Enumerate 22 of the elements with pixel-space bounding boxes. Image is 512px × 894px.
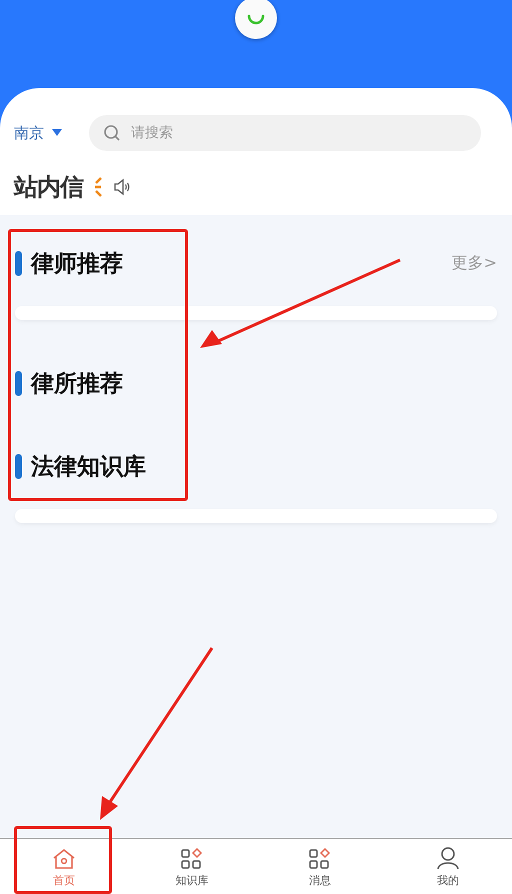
chevron-icon [93, 176, 103, 198]
nav-tab[interactable]: 知识库 [128, 839, 256, 894]
city-selector[interactable]: 南京 [14, 124, 89, 142]
caret-icon [52, 129, 62, 137]
loading-spinner [235, 0, 277, 39]
section-title: 法律知识库 [31, 452, 146, 482]
search-input[interactable]: 请搜索 [129, 124, 467, 142]
section-marker [15, 454, 22, 478]
home-icon [52, 848, 76, 870]
section-marker [15, 250, 22, 276]
user-icon [436, 846, 460, 870]
nav-tab[interactable]: 我的 [384, 839, 512, 894]
grid-icon [308, 848, 332, 870]
search-bar[interactable]: 请搜索 [89, 115, 481, 151]
grid-icon [180, 848, 204, 870]
section-title: 律师推荐 [31, 250, 123, 278]
notice-logo: 站内信 [14, 172, 83, 203]
section-marker [15, 370, 22, 396]
section-title: 律所推荐 [31, 370, 123, 398]
search-icon [103, 124, 121, 142]
speaker-icon[interactable] [113, 178, 131, 196]
nav-tab[interactable]: 消息 [256, 839, 384, 894]
